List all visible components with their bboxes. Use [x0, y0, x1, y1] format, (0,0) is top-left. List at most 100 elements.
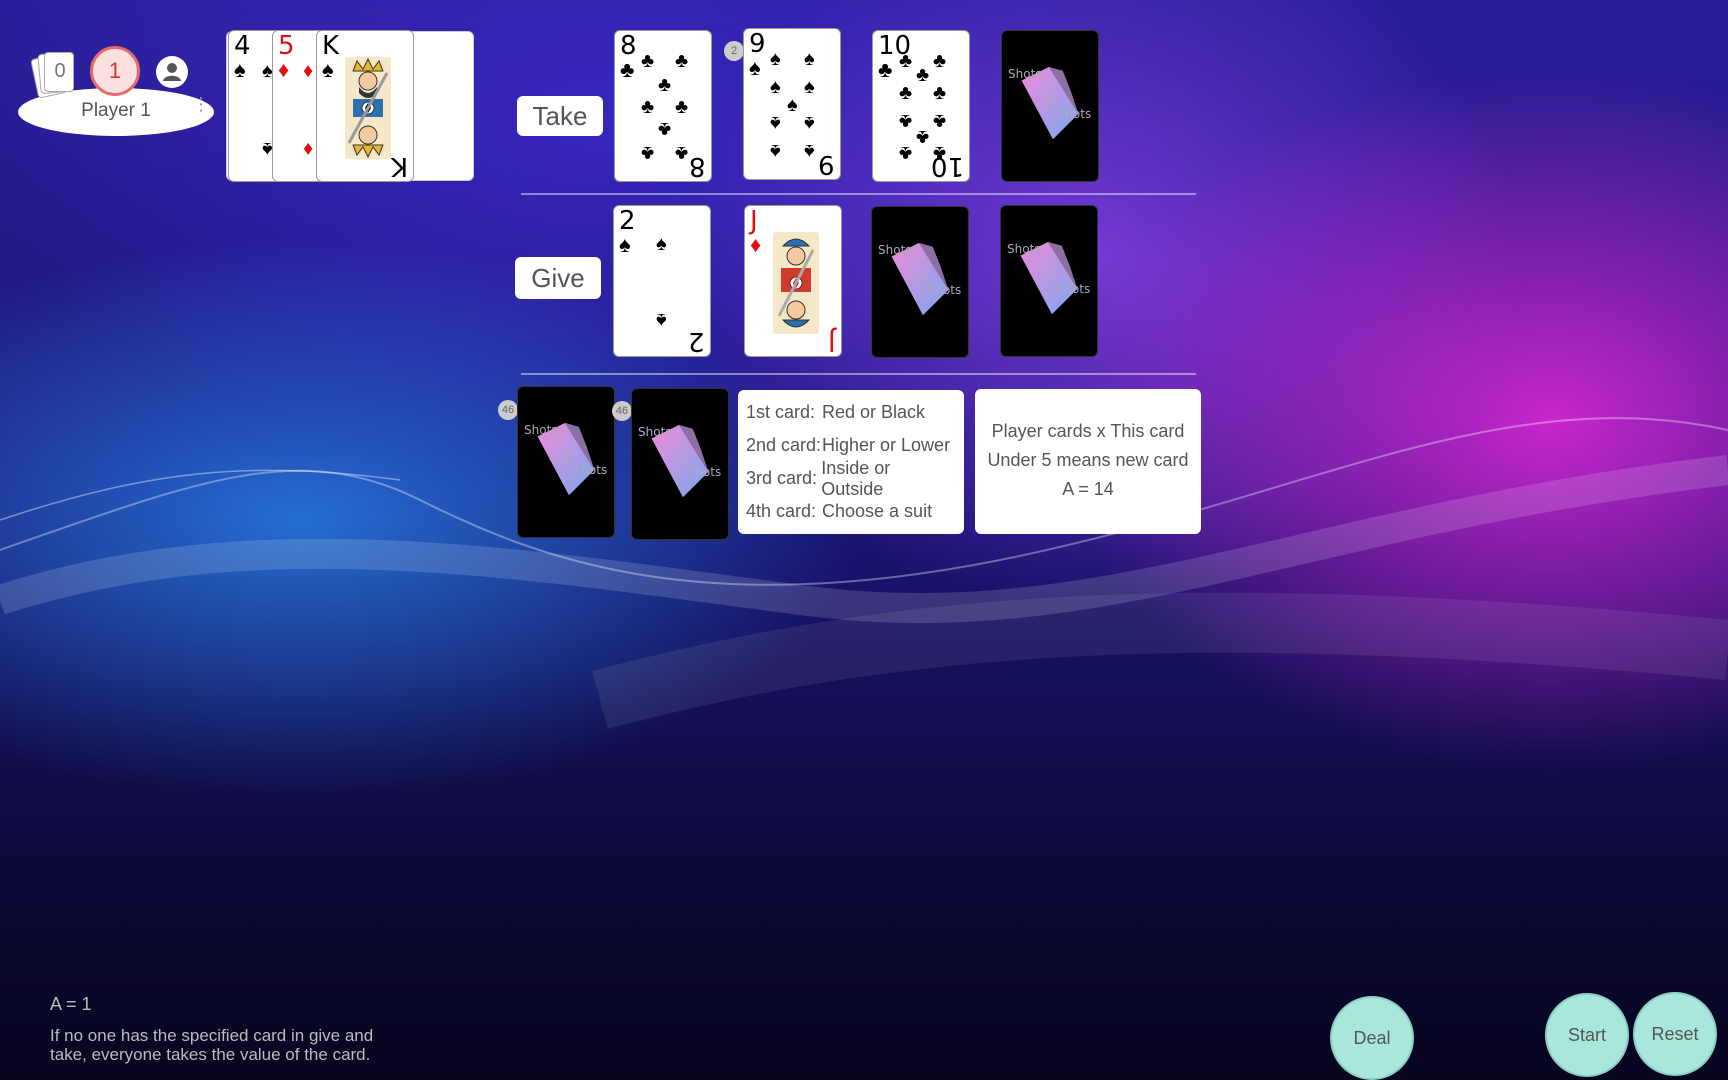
rule-key: 1st card:: [746, 402, 816, 422]
card-pip: ♣: [899, 50, 913, 72]
ace-note: A = 1: [50, 994, 92, 1014]
card-pip: ♣: [933, 110, 947, 132]
rule-row: 3rd card: Inside or Outside: [746, 458, 956, 499]
card-rank: 2: [619, 206, 636, 236]
card-rank-bottom: K: [390, 151, 408, 181]
card-back-text: &: [676, 451, 686, 465]
card-pip: ♣: [899, 142, 913, 164]
card-pip: ♣: [675, 142, 689, 164]
king-face-art: [345, 57, 391, 159]
card-back-text: &: [916, 269, 926, 283]
rule-value: Red or Black: [822, 402, 926, 422]
card-pip: ♣: [916, 126, 930, 148]
pile-count-badge: 46: [498, 400, 518, 420]
deal-button[interactable]: Deal: [1330, 996, 1414, 1080]
reset-button[interactable]: Reset: [1633, 992, 1717, 1076]
take-card-10[interactable]: 10 ♣ ♣ ♣ ♣ ♣ ♣ ♣ ♣ ♣ ♣ ♣ 10: [872, 30, 970, 182]
give-label: Give: [515, 257, 601, 299]
card-rank-bottom: 9: [818, 149, 835, 179]
give-card-facedown[interactable]: Shots & Thots: [1000, 205, 1098, 357]
card-pip: ♣: [675, 96, 689, 118]
card-pip: ♠: [656, 233, 667, 255]
info-panel: Player cards x This card Under 5 means n…: [975, 389, 1201, 534]
card-suit: ♠: [322, 57, 334, 82]
take-card-8[interactable]: 8 ♣ ♣ ♣ ♣ ♣ ♣ ♣ ♣ ♣ 8: [614, 30, 712, 182]
hand-card[interactable]: K ♠ K: [316, 30, 414, 182]
card-rank: K: [322, 31, 340, 61]
rule-value: Inside or Outside: [821, 457, 891, 499]
card-pip: ♣: [899, 110, 913, 132]
turn-badge[interactable]: 1: [90, 46, 140, 96]
rule-value: Higher or Lower: [822, 435, 951, 455]
card-pip: ♣: [658, 118, 672, 140]
card-back-text: &: [1045, 268, 1055, 282]
rule-description: If no one has the specified card in give…: [50, 1026, 374, 1064]
jack-face-art: [773, 232, 819, 334]
card-pip: ♠: [804, 140, 815, 162]
card-rank: J: [750, 206, 758, 236]
card-pip: ♦: [303, 60, 314, 82]
card-pip: ♠: [804, 48, 815, 70]
deck-count: 0: [54, 60, 66, 82]
info-line: Player cards x This card: [991, 421, 1185, 441]
card-suit: ♠: [619, 232, 631, 257]
card-pip: ♣: [675, 50, 689, 72]
card-pip: ♣: [641, 142, 655, 164]
card-rank-bottom: J: [828, 326, 836, 356]
card-pip: ♠: [804, 112, 815, 134]
rule-row: 1st card: Red or Black: [746, 396, 956, 429]
card-back-text: Shots: [1007, 242, 1041, 256]
card-pip: ♠: [787, 94, 798, 116]
card-suit: ♣: [878, 57, 893, 82]
card-suit: ♣: [620, 57, 635, 82]
rule-row: 4th card: Choose a suit: [746, 495, 956, 528]
take-card-9[interactable]: 9 ♠ ♠ ♠ ♠ ♠ ♠ ♠ ♠ ♠ ♠ 9: [743, 28, 841, 180]
card-back-text: &: [562, 449, 572, 463]
card-pip: ♣: [933, 50, 947, 72]
card-back-text: Shots: [1008, 67, 1042, 81]
card-rank: 9: [749, 29, 766, 59]
card-pip: ♠: [804, 76, 815, 98]
card-suit: ♦: [278, 57, 290, 82]
card-back-text: Thots: [928, 283, 962, 297]
take-card-facedown[interactable]: Shots & Thots: [1001, 30, 1099, 182]
card-back-text: Shots: [878, 243, 912, 257]
card-pip: ♠: [656, 309, 667, 331]
user-icon[interactable]: [156, 56, 188, 88]
card-pip: ♠: [770, 112, 781, 134]
card-back-text: Shots: [638, 425, 672, 439]
card-suit: ♠: [749, 55, 761, 80]
card-pip: ♣: [658, 74, 672, 96]
give-card-facedown[interactable]: Shots & Thots: [871, 206, 969, 358]
start-button[interactable]: Start: [1545, 993, 1629, 1077]
player-menu-icon[interactable]: ⋮: [192, 95, 210, 124]
row-divider: [521, 193, 1196, 195]
pile-count-badge: 46: [612, 401, 632, 421]
give-card-jack[interactable]: J ♦ J: [744, 205, 842, 357]
card-back-text: Thots: [1057, 282, 1091, 296]
rule-value: Choose a suit: [822, 501, 933, 521]
card-pip: ♣: [916, 64, 930, 86]
card-pip: ♠: [770, 76, 781, 98]
rule-key: 3rd card:: [746, 468, 818, 488]
row-divider: [521, 373, 1196, 375]
draw-pile[interactable]: Shots & Thots: [517, 386, 615, 538]
rule-key: 4th card:: [746, 501, 817, 521]
card-back-text: Thots: [1058, 107, 1092, 121]
card-pip: ♣: [899, 82, 913, 104]
card-back-text: Thots: [574, 463, 608, 477]
discard-pile[interactable]: Shots & Thots: [631, 388, 729, 540]
give-card-2[interactable]: 2 ♠ ♠ ♠ 2: [613, 205, 711, 357]
card-pip: ♠: [770, 140, 781, 162]
card-rank: 5: [278, 31, 295, 61]
rules-panel: 1st card: Red or Black 2nd card: Higher …: [738, 390, 964, 534]
card-pip: ♠: [770, 48, 781, 70]
card-pip: ♣: [641, 50, 655, 72]
card-rank-bottom: 10: [930, 151, 964, 181]
card-rank: 4: [234, 31, 251, 61]
card-rank-bottom: 2: [688, 326, 705, 356]
card-back-text: &: [1046, 93, 1056, 107]
player-name: Player 1: [81, 100, 151, 121]
card-count-badge: 2: [724, 41, 744, 61]
card-pip: ♣: [933, 82, 947, 104]
